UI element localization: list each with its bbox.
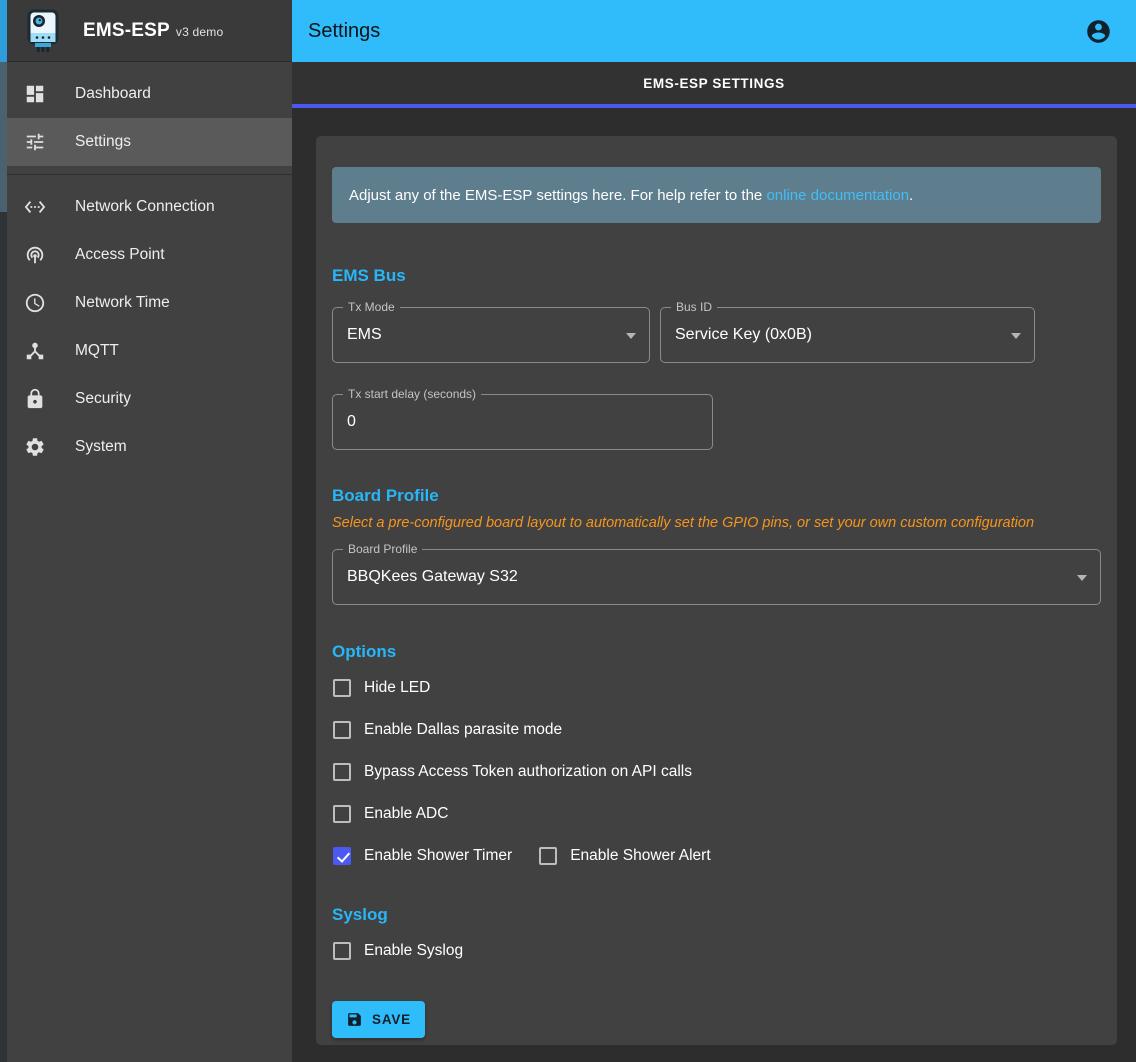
banner-text-after: . (909, 187, 913, 204)
checkbox-label: Bypass Access Token authorization on API… (364, 763, 692, 781)
board-profile-value: BBQKees Gateway S32 (347, 568, 518, 586)
sidebar-header: EMS-ESP v3 demo (7, 0, 292, 62)
checkbox-label: Enable ADC (364, 805, 448, 823)
ems-esp-logo-icon (25, 9, 61, 53)
tx-mode-select[interactable]: Tx Mode EMS (332, 307, 650, 363)
sidebar: EMS-ESP v3 demo Dashboard Settings Networ… (7, 0, 292, 1062)
sidebar-item-settings[interactable]: Settings (7, 118, 292, 166)
tune-icon (23, 130, 47, 154)
online-documentation-link[interactable]: online documentation (766, 187, 909, 204)
sidebar-item-network-connection[interactable]: Network Connection (7, 183, 292, 231)
hide-led-checkbox[interactable] (333, 679, 351, 697)
option-row: Enable Syslog (332, 930, 1101, 972)
option-row: Bypass Access Token authorization on API… (332, 751, 1101, 793)
tab-label: EMS-ESP SETTINGS (643, 76, 784, 91)
info-banner: Adjust any of the EMS-ESP settings here.… (332, 167, 1101, 223)
checkbox-label: Enable Syslog (364, 942, 463, 960)
sidebar-item-mqtt[interactable]: MQTT (7, 327, 292, 375)
sidebar-item-label: System (75, 438, 127, 456)
sidebar-item-label: Settings (75, 133, 131, 151)
checkbox-label: Enable Shower Alert (570, 847, 710, 865)
board-profile-label: Board Profile (343, 542, 422, 556)
sidebar-nav-secondary: Network Connection Access Point Network … (7, 175, 292, 479)
sidebar-item-network-time[interactable]: Network Time (7, 279, 292, 327)
chevron-down-icon (626, 333, 636, 339)
save-button-label: SAVE (372, 1012, 411, 1027)
tx-mode-label: Tx Mode (343, 300, 400, 314)
board-profile-select[interactable]: Board Profile BBQKees Gateway S32 (332, 549, 1101, 605)
account-circle-icon[interactable] (1085, 18, 1112, 45)
save-button[interactable]: SAVE (332, 1001, 425, 1038)
section-title-syslog: Syslog (332, 905, 1101, 925)
section-title-options: Options (332, 642, 1101, 662)
shower-alert-checkbox[interactable] (539, 847, 557, 865)
banner-text-before: Adjust any of the EMS-ESP settings here.… (349, 187, 766, 204)
app-name: EMS-ESP (83, 20, 170, 41)
checkbox-label: Enable Shower Timer (364, 847, 512, 865)
bus-id-value: Service Key (0x0B) (675, 326, 812, 344)
checkbox-label: Enable Dallas parasite mode (364, 721, 562, 739)
sidebar-item-access-point[interactable]: Access Point (7, 231, 292, 279)
app-version: v3 demo (176, 25, 223, 39)
tx-start-delay-input[interactable]: Tx start delay (seconds) 0 (332, 394, 713, 450)
chevron-down-icon (1077, 575, 1087, 581)
dashboard-icon (23, 82, 47, 106)
scrollbar-top-segment (0, 0, 7, 62)
app-title: EMS-ESP v3 demo (83, 20, 223, 42)
bus-id-label: Bus ID (671, 300, 717, 314)
option-row: Enable ADC (332, 793, 1101, 835)
enable-syslog-checkbox[interactable] (333, 942, 351, 960)
settings-card: Adjust any of the EMS-ESP settings here.… (316, 136, 1117, 1045)
sidebar-item-label: Dashboard (75, 85, 151, 103)
section-title-board-profile: Board Profile (332, 486, 1101, 506)
left-scrollbar[interactable] (0, 0, 7, 1062)
main-area: Settings EMS-ESP SETTINGS Adjust any of … (292, 0, 1136, 1062)
save-icon (346, 1011, 363, 1028)
chevron-down-icon (1011, 333, 1021, 339)
option-row: Enable Dallas parasite mode (332, 709, 1101, 751)
sidebar-item-security[interactable]: Security (7, 375, 292, 423)
dallas-parasite-checkbox[interactable] (333, 721, 351, 739)
sidebar-item-system[interactable]: System (7, 423, 292, 471)
tx-start-delay-value: 0 (347, 413, 356, 431)
tab-ems-esp-settings[interactable]: EMS-ESP SETTINGS (292, 62, 1136, 104)
sidebar-item-label: Security (75, 390, 131, 408)
device-hub-icon (23, 339, 47, 363)
bus-id-select[interactable]: Bus ID Service Key (0x0B) (660, 307, 1035, 363)
banner-text: Adjust any of the EMS-ESP settings here.… (349, 187, 913, 204)
sidebar-item-label: Network Connection (75, 198, 215, 216)
ethernet-icon (23, 195, 47, 219)
option-row: Hide LED (332, 667, 1101, 709)
bypass-token-checkbox[interactable] (333, 763, 351, 781)
page-title: Settings (308, 20, 380, 43)
section-title-ems-bus: EMS Bus (332, 266, 1101, 286)
sidebar-item-dashboard[interactable]: Dashboard (7, 70, 292, 118)
lock-icon (23, 387, 47, 411)
tx-start-delay-label: Tx start delay (seconds) (343, 387, 481, 401)
sidebar-item-label: Network Time (75, 294, 170, 312)
checkbox-label: Hide LED (364, 679, 430, 697)
appbar: Settings (292, 0, 1136, 62)
gear-icon (23, 435, 47, 459)
scrollbar-thumb[interactable] (0, 62, 7, 212)
option-row: Enable Shower Timer Enable Shower Alert (332, 835, 1101, 877)
sidebar-item-label: Access Point (75, 246, 165, 264)
enable-adc-checkbox[interactable] (333, 805, 351, 823)
wifi-tethering-icon (23, 243, 47, 267)
tx-mode-value: EMS (347, 326, 382, 344)
content-area: Adjust any of the EMS-ESP settings here.… (292, 108, 1136, 1062)
clock-icon (23, 291, 47, 315)
sidebar-nav-primary: Dashboard Settings (7, 62, 292, 174)
board-profile-note: Select a pre-configured board layout to … (332, 515, 1101, 531)
shower-timer-checkbox[interactable] (333, 847, 351, 865)
sidebar-item-label: MQTT (75, 342, 119, 360)
